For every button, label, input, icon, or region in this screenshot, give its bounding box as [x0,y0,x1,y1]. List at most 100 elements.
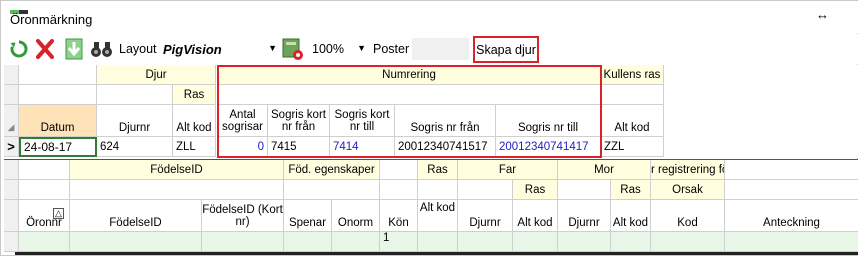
delete-icon[interactable] [34,37,56,61]
group-header-fodelseid: FödelseID [70,160,284,180]
title-bar: Öronmärkning ↔ [1,1,858,33]
sogris-kort-fran-cell[interactable]: 7415 [268,137,330,157]
top-grid: ◢ > Datum 24-08-17 Djur Ras Djurnr Alt k… [4,65,858,158]
row-header [4,180,19,200]
far-djurnr-cell[interactable] [458,232,513,252]
chevron-down-icon: ▼ [268,43,277,53]
kullens-alt-kod-cell[interactable]: ZZL [601,137,664,157]
group-header-far: Far [458,160,558,180]
group-header-fod-egenskaper: Föd. egenskaper [284,160,380,180]
create-animal-button[interactable]: Skapa djur [473,36,539,63]
group-header-ras: Ras [173,85,216,105]
column-header-fodelseid[interactable]: FödelseID [70,200,202,232]
kod-cell[interactable] [651,232,725,252]
header-spacer [19,85,97,105]
column-header-onorm[interactable]: Onorm [332,200,380,232]
layout-settings-icon[interactable] [282,37,304,61]
collapse-icon: ◢ [7,121,15,132]
bottom-grid: Öronnr △ FödelseID FödelseID FödelseID (… [4,159,858,252]
djurnr-cell[interactable]: 624 [97,137,173,157]
group-header-mor: Mor [558,160,651,180]
sogris-nr-fran-cell[interactable]: 20012340741517 [395,137,496,157]
header-spacer [19,65,97,85]
resize-icon[interactable]: ↔ [816,7,829,22]
download-icon[interactable] [63,37,85,61]
column-header-mor-alt-kod[interactable]: Alt kod [611,200,651,232]
sogris-kort-till-cell[interactable]: 7414 [330,137,395,157]
anteckning-cell[interactable] [725,232,858,252]
column-header-datum[interactable]: Datum [19,105,97,137]
header-spacer [725,180,858,200]
kon-cell[interactable]: 1 [380,232,418,252]
column-header-spenar[interactable]: Spenar [284,200,332,232]
grid-corner [4,160,19,180]
layout-select[interactable]: PigVision ▼ [161,38,279,60]
group-header-ras: Ras [418,160,458,180]
group-header-kullens-ras: Kullens ras [601,65,664,85]
oronnr-cell[interactable] [19,232,70,252]
fodelseid-kort-cell[interactable] [202,232,284,252]
layout-select-value: PigVision [163,41,222,57]
column-header-alt-kod[interactable]: Alt kod [418,200,458,232]
column-header-kon[interactable]: Kön [380,200,418,232]
header-spacer [418,180,458,200]
layout-label: Layout [119,42,157,56]
column-header-sogris-kort-till[interactable]: Sogris kort nr till [330,105,395,137]
datum-cell[interactable]: 24-08-17 [19,137,97,157]
header-spacer [380,180,418,200]
zoom-select-value: 100% [312,42,344,56]
spenar-cell[interactable] [284,232,332,252]
poster-field[interactable] [412,38,469,60]
header-spacer [19,160,70,180]
column-header-sogris-kort-fran[interactable]: Sogris kort nr från [268,105,330,137]
group-header-far-ras: Ras [513,180,558,200]
column-header-kullens-alt-kod[interactable]: Alt kod [601,105,664,137]
header-spacer [380,160,418,180]
header-spacer [558,180,611,200]
column-header-far-djurnr[interactable]: Djurnr [458,200,513,232]
header-spacer [19,180,70,200]
alt-kod-cell[interactable] [418,232,458,252]
column-header-oronnr[interactable]: Öronnr △ [19,200,70,232]
sogris-nr-till-cell[interactable]: 20012340741417 [496,137,601,157]
zoom-select[interactable]: 100% ▼ [310,38,368,60]
mor-djurnr-cell[interactable] [558,232,611,252]
header-spacer [284,180,380,200]
current-row-indicator: > [4,137,19,157]
grid-bottom-border [15,252,858,255]
group-header-mor-ras: Ras [611,180,651,200]
far-alt-kod-cell[interactable] [513,232,558,252]
alt-kod-cell[interactable]: ZLL [173,137,216,157]
refresh-icon[interactable] [8,38,30,60]
header-spacer [601,85,664,105]
column-header-sogris-nr-fran[interactable]: Sogris nr från [395,105,496,137]
poster-label: Poster [373,42,410,56]
column-header-fodelseid-kort[interactable]: FödelseID (Kort nr) [202,200,284,232]
column-header-mor-djurnr[interactable]: Djurnr [558,200,611,232]
column-header-alt-kod[interactable]: Alt kod [173,105,216,137]
row-header: ◢ [4,105,19,137]
group-header-numrering: Numrering [218,65,601,85]
header-spacer [97,85,173,105]
fodelseid-cell[interactable] [70,232,202,252]
header-spacer [218,85,601,105]
group-header-orsak: Orsak [651,180,725,200]
column-header-sogris-nr-till[interactable]: Sogris nr till [496,105,601,137]
column-header-kod[interactable]: Kod [651,200,725,232]
row-header [4,232,19,252]
row-header [4,85,19,105]
column-header-antal-sogrisar[interactable]: Antal sogrisar [218,105,268,137]
column-header-anteckning[interactable]: Anteckning [725,200,858,232]
header-spacer [725,160,858,180]
binoculars-icon[interactable] [90,38,114,60]
antal-sogrisar-cell[interactable]: 0 [218,137,268,157]
column-header-far-alt-kod[interactable]: Alt kod [513,200,558,232]
group-header-registrering: r registrering föd [651,160,725,180]
window-title: Öronmärkning [10,12,93,27]
oronmarkning-window: Öronmärkning ↔ Layout PigVision ▼ 100% ▼… [0,0,858,256]
column-header-djurnr[interactable]: Djurnr [97,105,173,137]
onorm-cell[interactable] [332,232,380,252]
mor-alt-kod-cell[interactable] [611,232,651,252]
grid-corner [4,65,19,85]
chevron-down-icon: ▼ [357,43,366,53]
